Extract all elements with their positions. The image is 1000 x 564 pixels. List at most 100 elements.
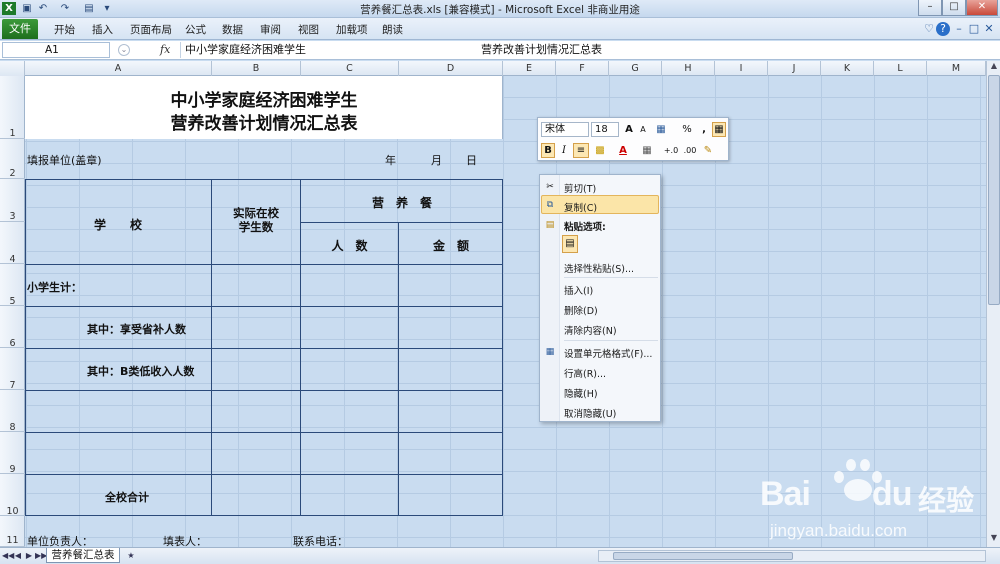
scroll-up-icon[interactable]: ▲ [988,61,1000,73]
tab-speak[interactable]: 朗读 [382,22,403,37]
row-header-6[interactable]: 6 [0,306,25,349]
column-header-i[interactable]: I [715,61,768,76]
increase-decimal-icon[interactable]: +.0 [662,143,680,158]
column-header-l[interactable]: L [874,61,927,76]
column-header-b[interactable]: B [212,61,301,76]
menu-item-row-height[interactable]: 行高(R)... [564,366,606,380]
row-header-3[interactable]: 3 [0,179,25,222]
row-header-11[interactable]: 11 [0,516,25,547]
formula-text-line1: 中小学家庭经济困难学生 [185,43,306,56]
font-name-select[interactable]: 宋体 [541,122,589,137]
grow-font-icon[interactable]: A [622,122,636,137]
close-button[interactable]: ✕ [966,0,998,16]
column-header-f[interactable]: F [556,61,609,76]
decrease-decimal-icon[interactable]: .00 [681,143,699,158]
menu-item-format-cells[interactable]: 设置单元格格式(F)... [564,346,652,360]
format-painter-icon[interactable]: ✎ [701,143,715,158]
select-all-corner[interactable] [0,61,25,76]
row-header-10[interactable]: 10 [0,474,25,517]
column-header-m[interactable]: M [927,61,986,76]
window-title: 营养餐汇总表.xls [兼容模式] - Microsoft Excel 非商业用… [360,4,640,16]
column-header-k[interactable]: K [821,61,874,76]
format-cells-icon: ▦ [545,347,555,357]
vertical-scroll-thumb[interactable] [988,75,1000,305]
paste-option-icon[interactable]: ▤ [562,235,578,253]
tab-formulas[interactable]: 公式 [185,22,206,37]
menu-separator [564,277,658,278]
border-icon[interactable]: ▦ [640,143,654,158]
percent-icon[interactable]: % [680,122,694,137]
menu-item-clear-contents[interactable]: 清除内容(N) [564,323,617,337]
row-header-4[interactable]: 4 [0,222,25,265]
tab-addins[interactable]: 加载项 [336,22,368,37]
tab-home[interactable]: 开始 [54,22,75,37]
bold-icon[interactable]: B [541,143,555,158]
number-format-icon[interactable]: ▦ [653,122,669,137]
next-sheet-icon[interactable]: ▶ [24,550,34,562]
month-label: 月 [431,154,442,167]
cell-a1-title[interactable]: 中小学家庭经济困难学生 营养改善计划情况汇总表 [25,76,503,139]
row-header-5[interactable]: 5 [0,264,25,307]
header-meal: 营 养 餐 [371,196,432,210]
column-header-g[interactable]: G [609,61,662,76]
column-header-e[interactable]: E [503,61,556,76]
day-label: 日 [466,154,477,167]
scissors-icon: ✂ [546,182,554,192]
row-header-8[interactable]: 8 [0,390,25,433]
heart-icon[interactable]: ♡ [922,22,936,36]
menu-item-paste-special[interactable]: 选择性粘贴(S)... [564,261,634,275]
menu-item-unhide[interactable]: 取消隐藏(U) [564,406,616,420]
close-workbook-icon[interactable]: ✕ [982,22,996,36]
insert-sheet-icon[interactable]: ★ [124,550,138,562]
header-count: 人 数 [331,239,368,253]
menu-item-copy[interactable]: 复制(C) [564,200,597,214]
tab-file[interactable]: 文件 [2,19,38,39]
tab-review[interactable]: 审阅 [260,22,281,37]
fx-icon[interactable]: fx [160,43,170,56]
tab-view[interactable]: 视图 [298,22,319,37]
table-hline [25,390,503,391]
column-header-j[interactable]: J [768,61,821,76]
last-sheet-icon[interactable]: ▶▶ [35,550,47,562]
row-sub2-label: 其中：B类低收入人数 [87,365,195,378]
ribbon-minimize-icon[interactable]: – [952,22,966,36]
table-hline [25,432,503,433]
help-icon[interactable]: ? [936,22,950,36]
italic-icon[interactable]: I [557,143,571,158]
table-hline [25,348,503,349]
column-header-c[interactable]: C [301,61,399,76]
align-center-icon[interactable]: ≡ [573,143,589,158]
column-header-h[interactable]: H [662,61,715,76]
menu-item-hide[interactable]: 隐藏(H) [564,386,598,400]
menu-item-insert[interactable]: 插入(I) [564,283,593,297]
header-enrolled: 实际在校 学生数 [233,206,279,234]
sheet-tab[interactable]: 营养餐汇总表 [46,548,120,563]
column-header-d[interactable]: D [399,61,503,76]
context-menu: ✂ 剪切(T) ⧉ 复制(C) ▤ 粘贴选项: ▤ 选择性粘贴(S)... 插入… [539,174,661,422]
restore-icon[interactable]: □ [967,22,981,36]
formula-input[interactable]: 中小学家庭经济困难学生 营养改善计划情况汇总表 [180,42,980,58]
font-color-icon[interactable]: A [616,143,630,158]
minimize-button[interactable]: – [918,0,942,16]
row-header-7[interactable]: 7 [0,348,25,391]
first-sheet-icon[interactable]: ◀◀ [2,550,14,562]
comma-icon[interactable]: , [698,122,710,137]
column-header-a[interactable]: A [25,61,212,76]
fill-color-icon[interactable]: ▩ [592,143,608,158]
font-size-select[interactable]: 18 [591,122,619,137]
tab-insert[interactable]: 插入 [92,22,113,37]
expand-icon[interactable]: ⌄ [118,44,130,56]
maximize-button[interactable]: □ [942,0,966,16]
footer-phone-label: 联系电话： [293,535,348,547]
tab-page-layout[interactable]: 页面布局 [130,22,172,37]
menu-item-delete[interactable]: 删除(D) [564,303,598,317]
row-header-9[interactable]: 9 [0,432,25,475]
name-box[interactable]: A1 [2,42,110,58]
row-header-2[interactable]: 2 [0,139,25,179]
merge-center-icon[interactable]: ▦ [712,122,726,137]
tab-data[interactable]: 数据 [222,22,243,37]
prev-sheet-icon[interactable]: ◀ [13,550,23,562]
menu-item-cut[interactable]: 剪切(T) [564,181,596,195]
row-header-1[interactable]: 1 [0,76,25,139]
shrink-font-icon[interactable]: A [636,122,650,137]
